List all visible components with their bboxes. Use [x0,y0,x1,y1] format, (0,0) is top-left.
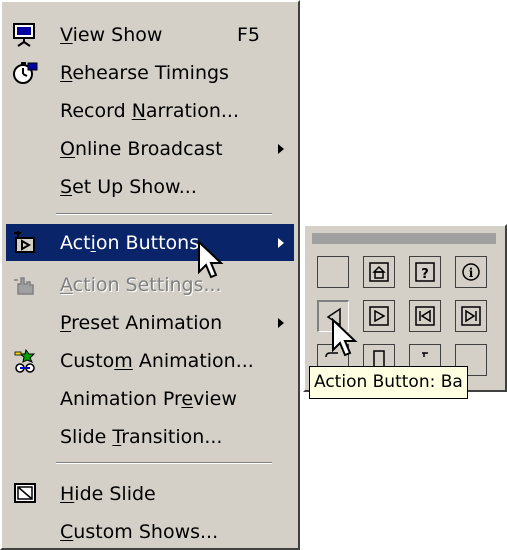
menu-item-label: Custom Shows... [60,520,219,543]
menu-item-slide-transition[interactable]: Slide Transition... [6,418,294,455]
information-icon: i [462,263,480,281]
menu-item-set-up-show[interactable]: Set Up Show... [6,168,294,205]
shortcut-label: F5 [236,23,260,46]
home-icon [369,262,389,282]
menu-item-label: Record Narration... [60,99,239,122]
menu-item-action-buttons[interactable]: Action Buttons [6,224,294,261]
menu-item-animation-preview[interactable]: Animation Preview [6,380,294,417]
rehearse-timings-icon [13,62,38,84]
custom-animation-icon [14,348,36,373]
action-button-custom[interactable] [317,256,349,288]
menu-item-action-settings: Action Settings... [6,266,294,303]
action-buttons-icon [14,231,35,253]
menu-item-label: Slide Transition... [60,425,223,448]
action-settings-icon [14,277,34,295]
action-button-beginning[interactable] [409,300,441,332]
menu-item-rehearse-timings[interactable]: Rehearse Timings [6,54,294,91]
menu-separator [56,462,272,464]
menu-item-record-narration[interactable]: Record Narration... [6,92,294,129]
menu-separator [56,213,272,215]
view-show-icon [13,23,35,47]
submenu-arrow-icon [278,318,284,328]
svg-text:?: ? [421,267,429,282]
action-button-help[interactable]: ? [409,256,441,288]
menu-item-view-show[interactable]: View Show F5 [6,16,294,53]
submenu-arrow-icon [278,238,284,248]
palette-drag-handle[interactable] [312,233,496,244]
mouse-cursor-icon [198,240,224,279]
slide-show-menu: View Show F5 Rehearse Timings Record Nar… [0,0,300,550]
menu-item-label: Hide Slide [60,482,156,505]
action-button-end[interactable] [455,300,487,332]
action-button-tooltip: Action Button: Ba [309,366,468,399]
hide-slide-icon [14,483,36,503]
menu-item-label: Online Broadcast [60,137,223,160]
svg-text:i: i [469,266,474,280]
menu-item-label: Set Up Show... [60,175,197,198]
menu-item-label: Preset Animation [60,311,223,334]
menu-item-label: Rehearse Timings [60,61,229,84]
end-icon [461,306,481,326]
menu-item-custom-animation[interactable]: Custom Animation... [6,342,294,379]
menu-item-preset-animation[interactable]: Preset Animation [6,304,294,341]
menu-item-label: Animation Preview [60,387,237,410]
menu-item-online-broadcast[interactable]: Online Broadcast [6,130,294,167]
mouse-cursor-icon [332,318,358,357]
menu-item-label: Action Buttons [60,231,200,254]
action-button-forward-next[interactable] [363,300,395,332]
menu-item-hide-slide[interactable]: Hide Slide [6,475,294,512]
beginning-icon [415,306,435,326]
action-button-information[interactable]: i [455,256,487,288]
menu-item-custom-shows[interactable]: Custom Shows... [6,513,294,550]
menu-item-label: Custom Animation... [60,349,254,372]
menu-item-label: View Show [60,23,163,46]
forward-next-icon [369,306,389,326]
help-icon: ? [415,262,435,282]
action-button-home[interactable] [363,256,395,288]
submenu-arrow-icon [278,144,284,154]
